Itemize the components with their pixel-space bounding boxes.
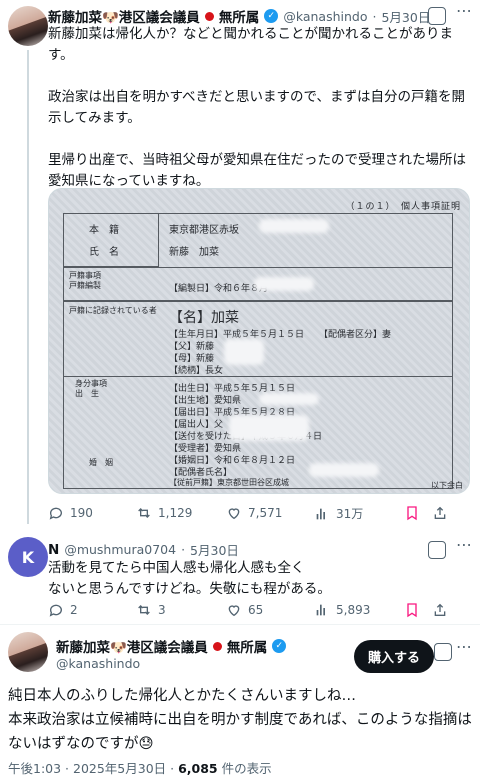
party-label: 無所属: [226, 640, 268, 656]
tweet-header: N @mushmura0704 · 5月30日: [48, 540, 239, 559]
tweet-text: 活動を見てたら中国人感も帰化人感も全く ないと思うんですけどね。失敬にも程がある…: [48, 560, 331, 597]
views-button[interactable]: 31万: [314, 505, 363, 522]
share-icon: [434, 506, 446, 519]
subscribe-button[interactable]: 購入する: [354, 640, 435, 673]
tweet-timestamp: 午後1:03 · 2025年5月30日 · 6,085 件の表示: [8, 761, 272, 776]
koseki-image[interactable]: （１の１） 個人事項証明 本 籍 氏 名 東京都港区赤坂 新藤 加菜 戸籍事項 …: [48, 188, 470, 494]
flag-icon: [212, 641, 222, 651]
thread-line: [27, 50, 29, 524]
like-button[interactable]: 7,571: [226, 505, 282, 521]
verified-icon: ✓: [264, 9, 279, 23]
views-button[interactable]: 5,893: [314, 602, 370, 618]
tweet-header: 新藤加菜🐶港区議会議員 無所属 ✓: [56, 636, 287, 656]
handle[interactable]: @mushmura0704: [64, 542, 176, 557]
retweet-icon: [138, 508, 150, 518]
avatar[interactable]: [8, 632, 48, 672]
avatar[interactable]: K: [8, 537, 48, 577]
display-name[interactable]: N: [48, 542, 59, 558]
bookmark-button[interactable]: [404, 505, 420, 521]
reply-icon: [49, 507, 62, 520]
view-count: 6,085: [178, 761, 218, 776]
avatar[interactable]: [8, 6, 48, 46]
tweet-header: 新藤加菜🐶港区議会議員 無所属 ✓ @kanashindo · 5月30日: [48, 6, 430, 27]
share-icon: [434, 603, 446, 616]
retweet-button[interactable]: 3: [136, 602, 166, 618]
more-icon[interactable]: ⋯: [456, 637, 473, 656]
display-name[interactable]: 新藤加菜🐶港区議会議員: [48, 6, 200, 26]
bookmark-icon: [407, 603, 417, 618]
heart-icon: [228, 605, 240, 617]
like-button[interactable]: 65: [226, 602, 263, 618]
grok-icon[interactable]: [434, 643, 452, 661]
handle[interactable]: @kanashindo: [283, 9, 367, 24]
reply-button[interactable]: 2: [48, 602, 78, 618]
bookmark-button[interactable]: [404, 602, 420, 618]
share-button[interactable]: [432, 505, 448, 521]
party-label: 無所属: [218, 10, 260, 26]
tweet-text: 純日本人のふりした帰化人とかたくさんいますしね… 本来政治家は立候補時に出自を明…: [8, 688, 472, 752]
redaction: [229, 415, 309, 441]
grok-icon[interactable]: [428, 541, 446, 559]
redaction: [259, 219, 329, 233]
more-icon[interactable]: ⋯: [456, 535, 473, 554]
redaction: [254, 277, 314, 291]
handle[interactable]: @kanashindo: [56, 656, 140, 671]
verified-icon: ✓: [272, 639, 287, 653]
heart-icon: [228, 508, 240, 520]
divider: [0, 624, 480, 625]
timestamp[interactable]: 5月30日: [381, 7, 430, 26]
koseki-document: （１の１） 個人事項証明 本 籍 氏 名 東京都港区赤坂 新藤 加菜 戸籍事項 …: [49, 189, 469, 493]
display-name[interactable]: 新藤加菜🐶港区議会議員: [56, 636, 208, 656]
more-icon[interactable]: ⋯: [456, 1, 473, 20]
grok-icon[interactable]: [428, 7, 446, 25]
views-icon: [316, 604, 325, 616]
timestamp[interactable]: 5月30日: [190, 540, 239, 559]
redaction: [224, 339, 264, 365]
bookmark-icon: [407, 506, 417, 521]
views-icon: [316, 508, 325, 519]
reply-icon: [49, 604, 62, 617]
post-time[interactable]: 午後1:03 · 2025年5月30日 ·: [8, 761, 178, 776]
reply-button[interactable]: 190: [48, 505, 93, 521]
flag-icon: [204, 11, 214, 21]
retweet-icon: [138, 605, 150, 615]
retweet-button[interactable]: 1,129: [136, 505, 192, 521]
redaction: [259, 393, 319, 405]
redaction: [309, 463, 379, 477]
share-button[interactable]: [432, 602, 448, 618]
doc-header: （１の１） 個人事項証明: [345, 202, 461, 212]
